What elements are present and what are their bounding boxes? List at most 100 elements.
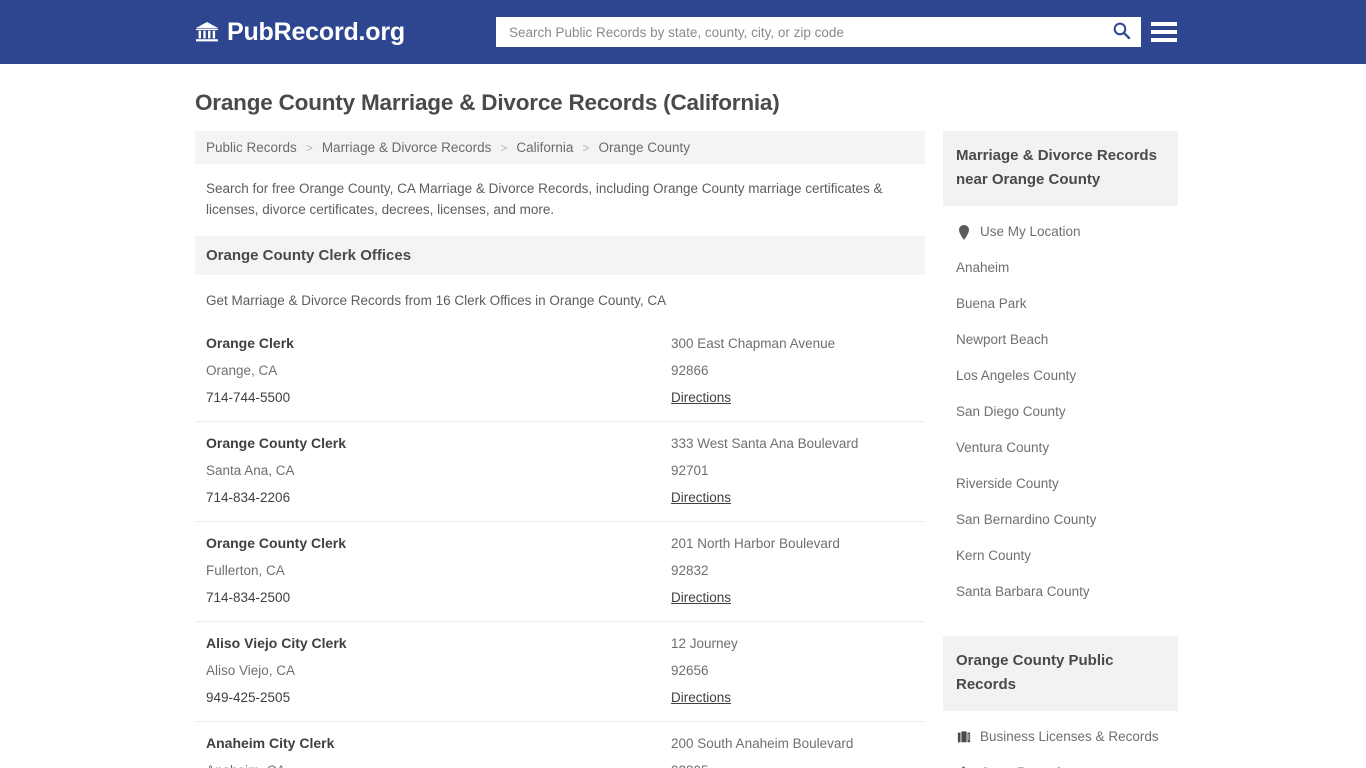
- main-column: Public Records > Marriage & Divorce Reco…: [195, 131, 925, 768]
- record-address: 300 East Chapman Avenue: [671, 336, 836, 351]
- sidebar-item-anaheim[interactable]: Anaheim: [943, 250, 1178, 286]
- sidebar-item-ventura-county[interactable]: Ventura County: [943, 430, 1178, 466]
- search-icon: [1112, 21, 1131, 43]
- site-header: PubRecord.org: [0, 0, 1366, 64]
- sidebar-item-los-angeles-county[interactable]: Los Angeles County: [943, 358, 1178, 394]
- breadcrumb-item-california[interactable]: California: [516, 140, 573, 155]
- business-building-icon: [956, 730, 971, 745]
- sidebar-item-label: Court Records: [980, 764, 1067, 768]
- sidebar-item-label: San Bernardino County: [956, 512, 1097, 527]
- sidebar-item-label: San Diego County: [956, 404, 1066, 419]
- record-city: Aliso Viejo, CA: [206, 663, 296, 678]
- record-left-column: Aliso Viejo City Clerk Aliso Viejo, CA 9…: [206, 635, 671, 707]
- sidebar-public-records-list: Business Licenses & Records: [943, 711, 1178, 768]
- hamburger-bar: [1151, 38, 1177, 42]
- breadcrumb-separator: >: [582, 140, 590, 155]
- table-row: Orange County Clerk Santa Ana, CA 714-83…: [195, 422, 925, 522]
- page-title: Orange County Marriage & Divorce Records…: [195, 90, 780, 115]
- record-city: Orange, CA: [206, 363, 278, 378]
- sidebar-item-label: Buena Park: [956, 296, 1027, 311]
- sidebar-item-label: Santa Barbara County: [956, 584, 1090, 599]
- record-address: 200 South Anaheim Boulevard: [671, 736, 854, 751]
- sidebar-item-riverside-county[interactable]: Riverside County: [943, 466, 1178, 502]
- record-office-name: Orange County Clerk: [206, 435, 347, 451]
- record-phone: 714-834-2500: [206, 590, 291, 605]
- record-left-column: Anaheim City Clerk Anaheim, CA 714-765-5…: [206, 735, 671, 768]
- site-logo-text: PubRecord.org: [227, 17, 405, 46]
- breadcrumb-item-public-records[interactable]: Public Records: [206, 140, 297, 155]
- sidebar-item-buena-park[interactable]: Buena Park: [943, 286, 1178, 322]
- map-pin-icon: [956, 224, 971, 240]
- record-left-column: Orange County Clerk Fullerton, CA 714-83…: [206, 535, 671, 607]
- sidebar-item-santa-barbara-county[interactable]: Santa Barbara County: [943, 574, 1178, 610]
- bank-building-icon: [195, 20, 219, 44]
- directions-link[interactable]: Directions: [671, 590, 731, 605]
- record-phone: 714-834-2206: [206, 490, 291, 505]
- sidebar-public-records-panel: Orange County Public Records Business Li…: [943, 636, 1178, 768]
- breadcrumb: Public Records > Marriage & Divorce Reco…: [195, 131, 925, 164]
- sidebar-item-label: Ventura County: [956, 440, 1050, 455]
- sidebar-item-label: Los Angeles County: [956, 368, 1077, 383]
- sidebar-item-label: Riverside County: [956, 476, 1059, 491]
- record-right-column: 300 East Chapman Avenue 92866 Directions: [671, 335, 914, 407]
- sidebar-heading-nearby: Marriage & Divorce Records near Orange C…: [943, 131, 1178, 206]
- record-city: Anaheim, CA: [206, 762, 671, 768]
- record-right-column: 201 North Harbor Boulevard 92832 Directi…: [671, 535, 914, 607]
- sidebar-item-san-diego-county[interactable]: San Diego County: [943, 394, 1178, 430]
- record-zip: 92832: [671, 563, 709, 578]
- sidebar-item-label: Newport Beach: [956, 332, 1049, 347]
- table-row: Orange County Clerk Fullerton, CA 714-83…: [195, 522, 925, 622]
- sidebar-heading-public-records: Orange County Public Records: [943, 636, 1178, 711]
- record-zip: 92866: [671, 363, 709, 378]
- record-office-name: Orange County Clerk: [206, 535, 347, 551]
- sidebar-item-san-bernardino-county[interactable]: San Bernardino County: [943, 502, 1178, 538]
- page-container: Orange County Marriage & Divorce Records…: [0, 90, 1366, 768]
- record-zip: 92805: [671, 762, 914, 768]
- record-phone: 949-425-2505: [206, 690, 291, 705]
- record-zip: 92701: [671, 463, 709, 478]
- table-row: Anaheim City Clerk Anaheim, CA 714-765-5…: [195, 722, 925, 768]
- record-address: 12 Journey: [671, 636, 738, 651]
- hamburger-bar: [1151, 22, 1177, 26]
- record-office-name: Anaheim City Clerk: [206, 735, 335, 751]
- sidebar-item-court-records[interactable]: Court Records: [943, 755, 1178, 768]
- search-input[interactable]: [497, 18, 1102, 46]
- search-button[interactable]: [1102, 18, 1140, 46]
- breadcrumb-separator: >: [500, 140, 508, 155]
- record-address: 333 West Santa Ana Boulevard: [671, 436, 859, 451]
- record-left-column: Orange Clerk Orange, CA 714-744-5500: [206, 335, 671, 407]
- directions-link[interactable]: Directions: [671, 390, 731, 405]
- sidebar-item-label: Use My Location: [980, 224, 1081, 239]
- sidebar-item-label: Business Licenses & Records: [980, 729, 1159, 744]
- sidebar: Marriage & Divorce Records near Orange C…: [943, 131, 1178, 768]
- breadcrumb-item-marriage-divorce-records[interactable]: Marriage & Divorce Records: [322, 140, 492, 155]
- record-zip: 92656: [671, 663, 709, 678]
- hamburger-bar: [1151, 30, 1177, 34]
- record-left-column: Orange County Clerk Santa Ana, CA 714-83…: [206, 435, 671, 507]
- record-city: Fullerton, CA: [206, 563, 285, 578]
- directions-link[interactable]: Directions: [671, 490, 731, 505]
- table-row: Aliso Viejo City Clerk Aliso Viejo, CA 9…: [195, 622, 925, 722]
- record-office-name: Orange Clerk: [206, 335, 294, 351]
- record-address: 201 North Harbor Boulevard: [671, 536, 840, 551]
- sidebar-item-label: Anaheim: [956, 260, 1010, 275]
- sidebar-item-newport-beach[interactable]: Newport Beach: [943, 322, 1178, 358]
- content-layout: Public Records > Marriage & Divorce Reco…: [195, 131, 1178, 768]
- record-right-column: 200 South Anaheim Boulevard 92805 Direct…: [671, 735, 914, 768]
- hamburger-menu-icon[interactable]: [1151, 19, 1177, 45]
- record-right-column: 12 Journey 92656 Directions: [671, 635, 914, 707]
- section-subheading: Get Marriage & Divorce Records from 16 C…: [206, 293, 667, 308]
- sidebar-item-use-my-location[interactable]: Use My Location: [943, 214, 1178, 250]
- breadcrumb-separator: >: [305, 140, 313, 155]
- sidebar-item-kern-county[interactable]: Kern County: [943, 538, 1178, 574]
- search-bar: [496, 17, 1141, 47]
- directions-link[interactable]: Directions: [671, 690, 731, 705]
- sidebar-item-business-licenses[interactable]: Business Licenses & Records: [943, 719, 1178, 755]
- sidebar-nearby-list: Use My Location Anaheim Buena Park Newpo…: [943, 206, 1178, 610]
- sidebar-item-label: Kern County: [956, 548, 1032, 563]
- site-logo[interactable]: PubRecord.org: [195, 18, 405, 47]
- record-right-column: 333 West Santa Ana Boulevard 92701 Direc…: [671, 435, 914, 507]
- page-intro-text: Search for free Orange County, CA Marria…: [206, 181, 883, 217]
- breadcrumb-item-orange-county[interactable]: Orange County: [598, 140, 690, 155]
- section-heading-clerk-offices: Orange County Clerk Offices: [195, 236, 925, 275]
